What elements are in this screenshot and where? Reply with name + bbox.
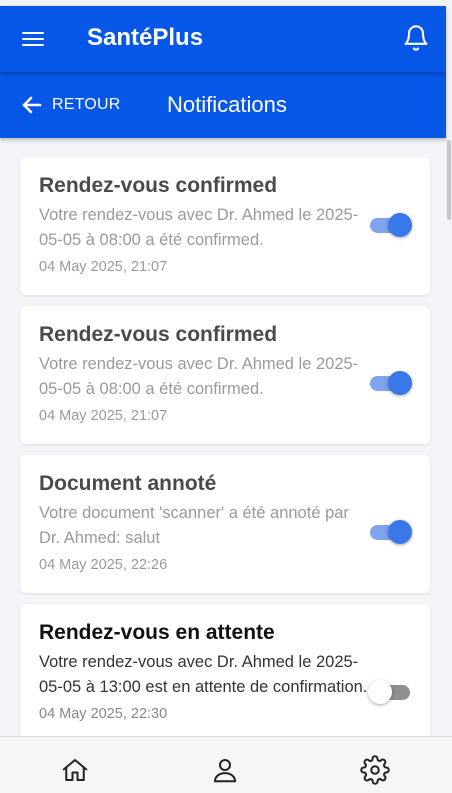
back-button[interactable]: RETOUR — [20, 93, 120, 117]
notification-message: Votre rendez-vous avec Dr. Ahmed le 2025… — [39, 206, 359, 249]
notification-title: Rendez-vous confirmed — [39, 174, 278, 197]
read-toggle[interactable] — [368, 213, 412, 237]
app-screen: SantéPlus RETOUR Notifications Rendez-vo… — [0, 0, 452, 793]
bell-icon[interactable] — [402, 24, 430, 52]
top-app-bar: SantéPlus — [0, 6, 446, 72]
notification-list: Rendez-vous confirmed Votre rendez-vous … — [20, 157, 430, 765]
notification-time: 04 May 2025, 21:07 — [39, 259, 168, 275]
notification-time: 04 May 2025, 22:30 — [39, 706, 168, 722]
home-icon[interactable] — [60, 755, 90, 785]
notification-time: 04 May 2025, 22:26 — [39, 557, 168, 573]
gear-icon[interactable] — [360, 755, 390, 785]
read-toggle[interactable] — [368, 680, 412, 704]
scrollbar-track[interactable] — [446, 138, 452, 736]
arrow-left-icon — [22, 96, 42, 114]
notification-title: Document annoté — [39, 472, 217, 495]
notification-title: Rendez-vous en attente — [39, 621, 275, 644]
notification-card[interactable]: Document annoté Votre document 'scanner'… — [20, 455, 430, 593]
read-toggle[interactable] — [368, 520, 412, 544]
page-title: Notifications — [167, 92, 287, 117]
notification-message: Votre rendez-vous avec Dr. Ahmed le 2025… — [39, 355, 359, 398]
read-toggle[interactable] — [368, 371, 412, 395]
notification-card[interactable]: Rendez-vous en attente Votre rendez-vous… — [20, 604, 430, 754]
notification-message: Votre rendez-vous avec Dr. Ahmed le 2025… — [39, 653, 368, 696]
notification-title: Rendez-vous confirmed — [39, 323, 278, 346]
back-button-label: RETOUR — [52, 96, 121, 113]
menu-icon[interactable] — [22, 28, 48, 50]
notification-card[interactable]: Rendez-vous confirmed Votre rendez-vous … — [20, 157, 430, 295]
bottom-navigation — [0, 736, 452, 793]
notification-message: Votre document 'scanner' a été annoté pa… — [39, 504, 349, 547]
app-title: SantéPlus — [87, 24, 204, 51]
user-icon[interactable] — [210, 755, 240, 785]
notification-time: 04 May 2025, 21:07 — [39, 408, 168, 424]
scrollbar-thumb[interactable] — [447, 140, 451, 220]
notification-card[interactable]: Rendez-vous confirmed Votre rendez-vous … — [20, 306, 430, 444]
sub-header: RETOUR Notifications — [0, 72, 446, 138]
